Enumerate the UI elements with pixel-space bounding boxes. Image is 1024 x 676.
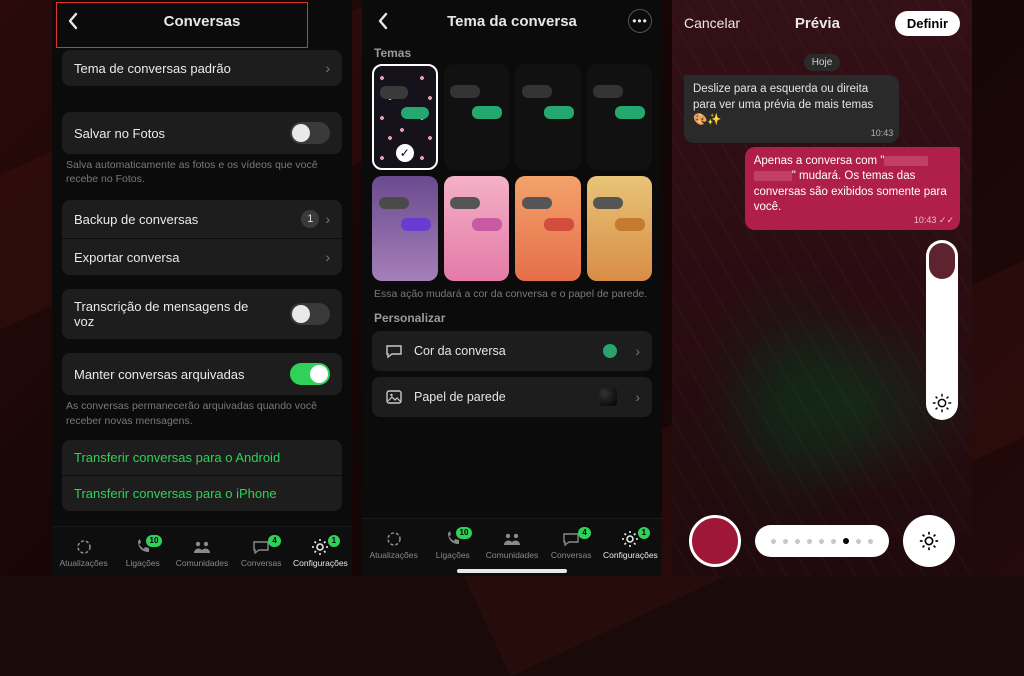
theme-thumb-4[interactable] bbox=[372, 176, 438, 282]
chevron-right-icon: › bbox=[325, 60, 330, 76]
page-title: Prévia bbox=[795, 15, 840, 32]
screen-chat-theme: Tema da conversa ••• Temas ✓ Essa ação m… bbox=[362, 0, 662, 576]
theme-thumb-5[interactable] bbox=[444, 176, 510, 282]
updates-icon bbox=[74, 537, 94, 557]
pager-dot bbox=[868, 539, 873, 544]
chat-bubble-icon bbox=[384, 341, 404, 361]
theme-thumb-0[interactable]: ✓ bbox=[372, 64, 438, 170]
row-chat-color[interactable]: Cor da conversa › bbox=[372, 331, 652, 371]
tab-calls[interactable]: 10Ligações bbox=[423, 529, 482, 560]
theme-thumb-2[interactable] bbox=[515, 64, 581, 170]
updates-icon bbox=[384, 529, 404, 549]
theme-pager[interactable] bbox=[755, 525, 889, 557]
tab-updates[interactable]: Atualizações bbox=[54, 537, 113, 568]
page-title: Tema da conversa bbox=[362, 13, 662, 30]
pager-dot bbox=[807, 539, 812, 544]
tab-settings[interactable]: 1Configurações bbox=[291, 537, 350, 568]
home-indicator bbox=[457, 569, 567, 573]
redacted bbox=[754, 171, 792, 181]
message-outgoing: Apenas a conversa com " " mudará. Os tem… bbox=[745, 147, 960, 230]
row-backup[interactable]: Backup de conversas 1 › bbox=[62, 200, 342, 238]
tab-bar: Atualizações 10Ligações Comunidades 4Con… bbox=[362, 518, 662, 568]
communities-icon bbox=[502, 529, 522, 549]
theme-thumb-7[interactable] bbox=[587, 176, 653, 282]
redacted bbox=[884, 156, 928, 166]
record-button[interactable] bbox=[689, 515, 741, 567]
brightness-button[interactable] bbox=[903, 515, 955, 567]
header: Conversas bbox=[52, 0, 352, 42]
toggle-save-photos[interactable] bbox=[290, 122, 330, 144]
header: Tema da conversa ••• bbox=[362, 0, 662, 42]
wallpaper-thumb bbox=[599, 388, 617, 406]
tab-communities[interactable]: Comunidades bbox=[482, 529, 541, 560]
tab-chats[interactable]: 4Conversas bbox=[542, 529, 601, 560]
sun-icon bbox=[931, 392, 953, 414]
pager-dot bbox=[856, 539, 861, 544]
chevron-right-icon: › bbox=[635, 343, 640, 359]
theme-grid: ✓ bbox=[372, 64, 652, 281]
pager-dot bbox=[831, 539, 836, 544]
chevron-right-icon: › bbox=[325, 249, 330, 265]
row-export[interactable]: Exportar conversa › bbox=[62, 239, 342, 275]
color-swatch bbox=[603, 344, 617, 358]
row-default-chat-theme[interactable]: Tema de conversas padrão › bbox=[62, 50, 342, 86]
cancel-button[interactable]: Cancelar bbox=[684, 15, 740, 31]
toggle-keep-archived[interactable] bbox=[290, 363, 330, 385]
chevron-right-icon: › bbox=[325, 211, 330, 227]
row-keep-archived[interactable]: Manter conversas arquivadas bbox=[62, 353, 342, 395]
chat-preview: Hoje Deslize para a esquerda ou direita … bbox=[672, 46, 972, 506]
tab-calls[interactable]: 10Ligações bbox=[113, 537, 172, 568]
section-personalize: Personalizar bbox=[374, 311, 650, 325]
theme-thumb-6[interactable] bbox=[515, 176, 581, 282]
row-voice-transcription[interactable]: Transcrição de mensagens de voz bbox=[62, 289, 342, 339]
chevron-right-icon: › bbox=[635, 389, 640, 405]
set-button[interactable]: Definir bbox=[895, 11, 960, 36]
pager-dot bbox=[771, 539, 776, 544]
theme-note: Essa ação mudará a cor da conversa e o p… bbox=[374, 287, 650, 301]
communities-icon bbox=[192, 537, 212, 557]
tab-bar: Atualizações 10Ligações Comunidades 4Con… bbox=[52, 526, 352, 576]
tab-settings[interactable]: 1Configurações bbox=[601, 529, 660, 560]
tab-updates[interactable]: Atualizações bbox=[364, 529, 423, 560]
caption-keep-archived: As conversas permanecerão arquivadas qua… bbox=[62, 395, 342, 427]
row-save-to-photos[interactable]: Salvar no Fotos bbox=[62, 112, 342, 154]
link-transfer-iphone[interactable]: Transferir conversas para o iPhone bbox=[62, 476, 342, 511]
pager-dot bbox=[843, 538, 849, 544]
tab-chats[interactable]: 4Conversas bbox=[232, 537, 291, 568]
badge-backup: 1 bbox=[301, 210, 319, 228]
screen-conversas: Conversas Tema de conversas padrão › Sal… bbox=[52, 0, 352, 576]
timestamp: 10:43 bbox=[914, 214, 954, 226]
section-themes: Temas bbox=[374, 46, 650, 60]
row-wallpaper[interactable]: Papel de parede › bbox=[372, 377, 652, 417]
brightness-slider[interactable] bbox=[926, 240, 958, 420]
theme-thumb-1[interactable] bbox=[444, 64, 510, 170]
screen-preview: Cancelar Prévia Definir Hoje Deslize par… bbox=[672, 0, 972, 576]
header: Cancelar Prévia Definir bbox=[672, 0, 972, 46]
tab-communities[interactable]: Comunidades bbox=[172, 537, 231, 568]
caption-save-photos: Salva automaticamente as fotos e os víde… bbox=[62, 154, 342, 186]
timestamp: 10:43 bbox=[871, 127, 894, 139]
preview-controls bbox=[672, 506, 972, 576]
link-transfer-android[interactable]: Transferir conversas para o Android bbox=[62, 440, 342, 475]
pager-dot bbox=[795, 539, 800, 544]
pager-dot bbox=[783, 539, 788, 544]
day-pill: Hoje bbox=[804, 54, 841, 71]
page-title: Conversas bbox=[52, 13, 352, 30]
message-incoming: Deslize para a esquerda ou direita para … bbox=[684, 75, 899, 143]
image-icon bbox=[384, 387, 404, 407]
check-icon: ✓ bbox=[396, 144, 414, 162]
toggle-transcription[interactable] bbox=[290, 303, 330, 325]
pager-dot bbox=[819, 539, 824, 544]
theme-thumb-3[interactable] bbox=[587, 64, 653, 170]
highlight-box bbox=[56, 42, 308, 48]
